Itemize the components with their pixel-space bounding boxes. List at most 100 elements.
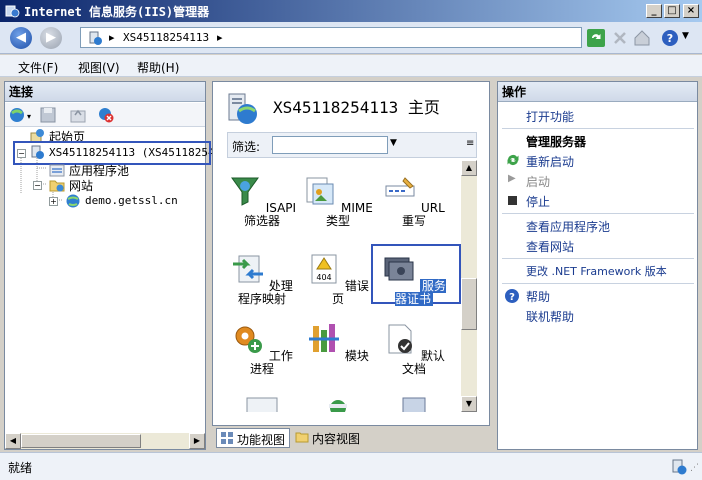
features-vscrollbar[interactable]: ▲ ▼	[461, 160, 477, 412]
help-dropdown-icon[interactable]: ▼	[682, 31, 689, 41]
tab-features-view[interactable]: 功能视图	[216, 428, 290, 448]
group-by-icon[interactable]: ≡	[466, 138, 474, 149]
home-icon[interactable]	[632, 28, 652, 48]
save-icon[interactable]	[39, 106, 57, 124]
actions-divider	[502, 258, 694, 259]
home-server-icon	[228, 93, 257, 124]
forward-arrow-icon: ▶	[46, 30, 56, 45]
scroll-right-button[interactable]: ▶	[189, 433, 205, 449]
forward-button[interactable]: ▶	[40, 27, 62, 49]
scroll-left-button[interactable]: ◀	[5, 433, 21, 449]
content-view-icon	[295, 432, 309, 443]
partial-feature-icon	[329, 400, 347, 412]
maximize-button[interactable]: □	[664, 4, 680, 18]
handler-mapping-icon	[233, 255, 264, 283]
features-grid: ISAPI 筛选器 MIME 类型 URL 重写 处理程序映射 404 错误页 …	[213, 160, 473, 412]
feature-default-document[interactable]: 默认文档	[379, 322, 449, 376]
filter-label: 筛选:	[232, 140, 261, 154]
connections-header: 连接	[5, 82, 205, 102]
action-open-feature[interactable]: 打开功能	[526, 108, 574, 125]
action-help[interactable]: 帮助	[526, 288, 550, 305]
actions-divider	[502, 213, 694, 214]
feature-handler-mappings[interactable]: 处理程序映射	[227, 252, 297, 306]
action-view-app-pools[interactable]: 查看应用程序池	[526, 218, 610, 235]
iis-app-icon	[5, 5, 20, 18]
app-pool-icon	[49, 164, 65, 177]
status-server-icon	[672, 459, 687, 475]
breadcrumb-trail-arrow-icon[interactable]: ▸	[217, 31, 223, 44]
site-expand-icon[interactable]: +	[49, 197, 58, 206]
start-icon: ▶	[508, 173, 516, 184]
feature-error-pages[interactable]: 404 错误页	[303, 252, 373, 306]
restart-icon	[507, 155, 519, 165]
menu-view[interactable]: 视图(V)	[78, 59, 120, 76]
sites-collapse-icon[interactable]: −	[33, 181, 42, 190]
features-view-icon	[221, 432, 233, 444]
feature-server-certificates[interactable]: 服务器证书	[379, 252, 449, 306]
feature-modules[interactable]: 模块	[303, 322, 373, 363]
filter-input[interactable]	[272, 136, 388, 154]
window-title: Internet 信息服务(IIS)管理器	[24, 5, 210, 19]
refresh-icon[interactable]	[586, 28, 606, 48]
status-bar: 就绪 ⋰	[0, 452, 702, 480]
tree-sites[interactable]: 网站	[69, 177, 93, 194]
website-globe-icon	[66, 194, 80, 208]
action-restart[interactable]: 重新启动	[526, 153, 574, 170]
connect-globe-icon[interactable]: ▾	[9, 106, 31, 124]
feature-isapi-filters[interactable]: ISAPI 筛选器	[227, 174, 297, 228]
actions-divider	[502, 283, 694, 284]
actions-panel: 操作 打开功能 管理服务器 重新启动 ▶ 启动 停止 查看应用程序池 查看网站 …	[497, 81, 698, 450]
actions-header: 操作	[498, 82, 697, 102]
stop-square-icon	[508, 196, 517, 205]
svg-text:▾: ▾	[27, 112, 31, 121]
scroll-down-button[interactable]: ▼	[461, 396, 477, 412]
action-manage-server-heading: 管理服务器	[526, 135, 587, 149]
help-circle-icon: ?	[505, 289, 519, 303]
worker-process-icon	[235, 326, 263, 353]
feature-mime-types[interactable]: MIME 类型	[303, 174, 373, 228]
tab-features-label: 功能视图	[237, 433, 286, 447]
action-view-sites[interactable]: 查看网站	[526, 238, 574, 255]
tab-content-view[interactable]: 内容视图	[292, 428, 366, 448]
actions-divider	[502, 128, 694, 129]
action-stop[interactable]: 停止	[526, 193, 550, 210]
action-change-net-version[interactable]: 更改 .NET Framework 版本	[526, 263, 667, 279]
stop-icon[interactable]	[610, 28, 630, 48]
hscroll-thumb[interactable]	[21, 434, 141, 448]
connections-tree: 起始页 − XS45118254113 (XS451182541 应用程序池 −…	[5, 128, 221, 434]
menu-file[interactable]: 文件(F)	[18, 59, 58, 76]
minimize-button[interactable]: _	[646, 4, 662, 18]
feature-label: 模块	[344, 349, 369, 363]
address-box[interactable]: ▸ XS45118254113 ▸	[80, 27, 582, 48]
isapi-filter-icon	[230, 177, 259, 206]
menu-help[interactable]: 帮助(H)	[137, 59, 179, 76]
close-button[interactable]: ×	[683, 4, 699, 18]
svg-text:?: ?	[667, 32, 673, 45]
back-arrow-icon: ◀	[16, 30, 26, 45]
back-button[interactable]: ◀	[10, 27, 32, 49]
feature-worker-processes[interactable]: 工作进程	[227, 322, 297, 376]
scroll-up-button[interactable]: ▲	[461, 160, 477, 176]
home-title: XS45118254113 主页	[273, 98, 440, 117]
resize-grip-icon[interactable]: ⋰	[690, 463, 699, 473]
filter-dropdown-icon[interactable]: ▼	[390, 138, 397, 148]
status-text: 就绪	[8, 461, 33, 475]
feature-url-rewrite[interactable]: URL 重写	[379, 174, 449, 228]
disconnect-icon[interactable]	[97, 106, 115, 124]
svg-text:?: ?	[509, 292, 515, 303]
vscroll-thumb[interactable]	[461, 278, 477, 330]
up-level-icon[interactable]	[69, 106, 87, 124]
server-icon	[89, 31, 102, 45]
tab-content-label: 内容视图	[312, 432, 361, 446]
breadcrumb-server[interactable]: XS45118254113	[123, 31, 209, 44]
action-start[interactable]: 启动	[526, 173, 550, 190]
connections-hscrollbar[interactable]: ◀ ▶	[5, 433, 205, 449]
breadcrumb-arrow-icon[interactable]: ▸	[109, 31, 115, 44]
partial-feature-icon	[246, 397, 278, 412]
help-icon[interactable]: ?	[660, 28, 680, 48]
address-bar: ◀ ▶ ▸ XS45118254113 ▸ ? ▼	[0, 22, 702, 54]
action-online-help[interactable]: 联机帮助	[526, 308, 574, 325]
sites-folder-icon	[49, 180, 65, 192]
tree-site-demo[interactable]: demo.getssl.cn	[85, 194, 178, 207]
connections-panel: 连接 ▾ 起始页 − XS45118254113 (XS451182541 应用…	[4, 81, 221, 450]
